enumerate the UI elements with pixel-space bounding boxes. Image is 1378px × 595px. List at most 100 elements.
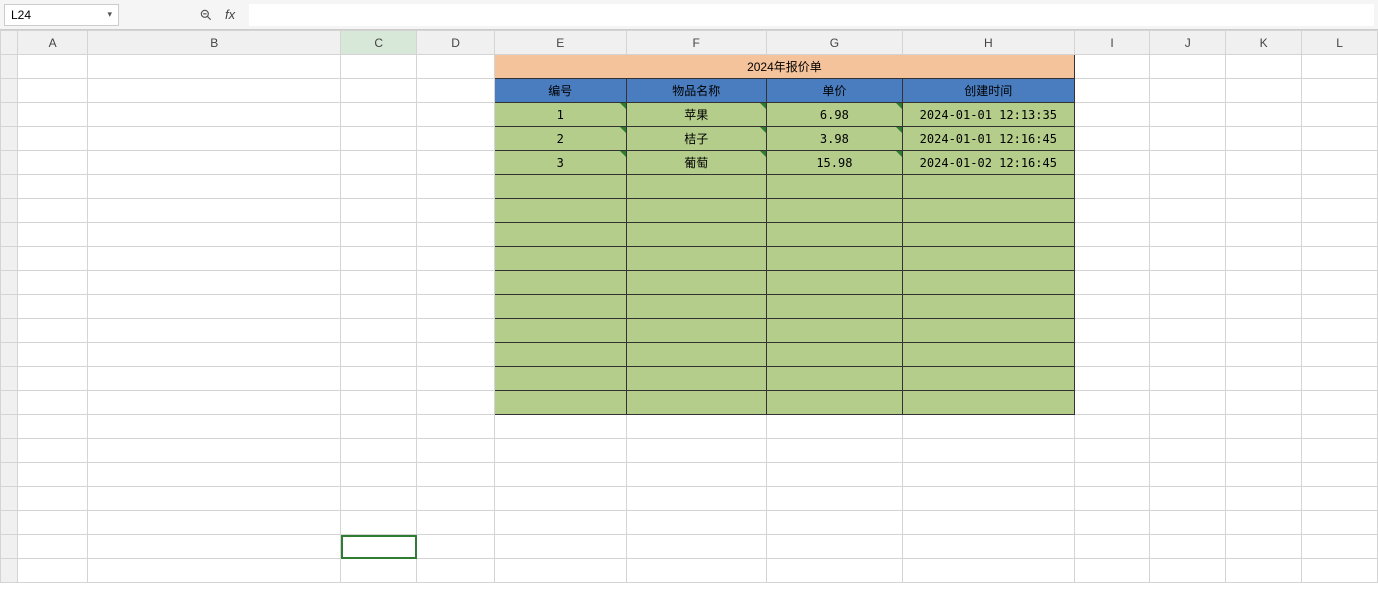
spreadsheet-grid[interactable]: A B C D E F G H I J K L 2024年报价单编号物品名称单价… bbox=[0, 30, 1378, 595]
table-empty-r6-c0[interactable] bbox=[495, 175, 626, 199]
cell-B20[interactable] bbox=[88, 511, 341, 535]
table-header-3[interactable]: 创建时间 bbox=[902, 79, 1074, 103]
cell-C4[interactable] bbox=[341, 127, 417, 151]
cell-J4[interactable] bbox=[1150, 127, 1226, 151]
row-header-4[interactable] bbox=[1, 127, 18, 151]
cell-B7[interactable] bbox=[88, 199, 341, 223]
row-header-16[interactable] bbox=[1, 415, 18, 439]
table-empty-r13-c2[interactable] bbox=[766, 343, 902, 367]
cell-A4[interactable] bbox=[18, 127, 88, 151]
cell-I11[interactable] bbox=[1074, 295, 1150, 319]
table-empty-r7-c2[interactable] bbox=[766, 199, 902, 223]
cell-K16[interactable] bbox=[1226, 415, 1302, 439]
cell-L17[interactable] bbox=[1302, 439, 1378, 463]
select-all-corner[interactable] bbox=[1, 31, 18, 55]
cell-I16[interactable] bbox=[1074, 415, 1150, 439]
table-empty-r12-c2[interactable] bbox=[766, 319, 902, 343]
cell-D8[interactable] bbox=[417, 223, 495, 247]
table-empty-r7-c3[interactable] bbox=[902, 199, 1074, 223]
cell-F18[interactable] bbox=[626, 463, 766, 487]
cell-I10[interactable] bbox=[1074, 271, 1150, 295]
cell-A10[interactable] bbox=[18, 271, 88, 295]
cell-L8[interactable] bbox=[1302, 223, 1378, 247]
cell-G22[interactable] bbox=[766, 559, 902, 583]
cell-I7[interactable] bbox=[1074, 199, 1150, 223]
table-data-r1-c3[interactable]: 2024-01-01 12:13:35 bbox=[902, 103, 1074, 127]
cell-L12[interactable] bbox=[1302, 319, 1378, 343]
cell-G16[interactable] bbox=[766, 415, 902, 439]
col-header-J[interactable]: J bbox=[1150, 31, 1226, 55]
row-header-15[interactable] bbox=[1, 391, 18, 415]
cell-A6[interactable] bbox=[18, 175, 88, 199]
table-header-0[interactable]: 编号 bbox=[495, 79, 626, 103]
table-data-r2-c3[interactable]: 2024-01-01 12:16:45 bbox=[902, 127, 1074, 151]
cell-D10[interactable] bbox=[417, 271, 495, 295]
col-header-H[interactable]: H bbox=[902, 31, 1074, 55]
cell-E18[interactable] bbox=[495, 463, 626, 487]
cell-L19[interactable] bbox=[1302, 487, 1378, 511]
name-box[interactable]: L24 ▾ bbox=[4, 4, 119, 26]
table-empty-r13-c0[interactable] bbox=[495, 343, 626, 367]
cell-C12[interactable] bbox=[341, 319, 417, 343]
table-empty-r9-c2[interactable] bbox=[766, 247, 902, 271]
table-empty-r6-c2[interactable] bbox=[766, 175, 902, 199]
cell-D6[interactable] bbox=[417, 175, 495, 199]
cell-C6[interactable] bbox=[341, 175, 417, 199]
cell-A21[interactable] bbox=[18, 535, 88, 559]
cell-C18[interactable] bbox=[341, 463, 417, 487]
cell-D16[interactable] bbox=[417, 415, 495, 439]
cell-C17[interactable] bbox=[341, 439, 417, 463]
row-header-3[interactable] bbox=[1, 103, 18, 127]
col-header-A[interactable]: A bbox=[18, 31, 88, 55]
table-data-r1-c1[interactable]: 苹果 bbox=[626, 103, 766, 127]
cell-J17[interactable] bbox=[1150, 439, 1226, 463]
cell-B14[interactable] bbox=[88, 367, 341, 391]
cell-I22[interactable] bbox=[1074, 559, 1150, 583]
cell-D1[interactable] bbox=[417, 55, 495, 79]
table-empty-r7-c1[interactable] bbox=[626, 199, 766, 223]
cell-D13[interactable] bbox=[417, 343, 495, 367]
cell-L15[interactable] bbox=[1302, 391, 1378, 415]
table-empty-r12-c3[interactable] bbox=[902, 319, 1074, 343]
cell-A2[interactable] bbox=[18, 79, 88, 103]
col-header-F[interactable]: F bbox=[626, 31, 766, 55]
cell-I1[interactable] bbox=[1074, 55, 1150, 79]
cell-I2[interactable] bbox=[1074, 79, 1150, 103]
cell-D22[interactable] bbox=[417, 559, 495, 583]
col-header-I[interactable]: I bbox=[1074, 31, 1150, 55]
cell-I19[interactable] bbox=[1074, 487, 1150, 511]
row-header-10[interactable] bbox=[1, 271, 18, 295]
cell-J3[interactable] bbox=[1150, 103, 1226, 127]
cell-A17[interactable] bbox=[18, 439, 88, 463]
cell-K7[interactable] bbox=[1226, 199, 1302, 223]
cell-L11[interactable] bbox=[1302, 295, 1378, 319]
row-header-5[interactable] bbox=[1, 151, 18, 175]
cell-H17[interactable] bbox=[902, 439, 1074, 463]
cell-L14[interactable] bbox=[1302, 367, 1378, 391]
cell-A14[interactable] bbox=[18, 367, 88, 391]
cell-G18[interactable] bbox=[766, 463, 902, 487]
cell-J2[interactable] bbox=[1150, 79, 1226, 103]
table-data-r1-c2[interactable]: 6.98 bbox=[766, 103, 902, 127]
cell-L6[interactable] bbox=[1302, 175, 1378, 199]
table-data-r3-c1[interactable]: 葡萄 bbox=[626, 151, 766, 175]
cell-F21[interactable] bbox=[626, 535, 766, 559]
cell-D5[interactable] bbox=[417, 151, 495, 175]
cell-C13[interactable] bbox=[341, 343, 417, 367]
cell-H21[interactable] bbox=[902, 535, 1074, 559]
table-empty-r14-c2[interactable] bbox=[766, 367, 902, 391]
cell-J18[interactable] bbox=[1150, 463, 1226, 487]
col-header-C[interactable]: C bbox=[341, 31, 417, 55]
cell-B13[interactable] bbox=[88, 343, 341, 367]
cell-I4[interactable] bbox=[1074, 127, 1150, 151]
cell-E16[interactable] bbox=[495, 415, 626, 439]
row-header-2[interactable] bbox=[1, 79, 18, 103]
cell-L21[interactable] bbox=[1302, 535, 1378, 559]
cell-B5[interactable] bbox=[88, 151, 341, 175]
table-empty-r6-c1[interactable] bbox=[626, 175, 766, 199]
table-empty-r10-c1[interactable] bbox=[626, 271, 766, 295]
table-data-r3-c0[interactable]: 3 bbox=[495, 151, 626, 175]
cell-G21[interactable] bbox=[766, 535, 902, 559]
cell-A19[interactable] bbox=[18, 487, 88, 511]
cell-C16[interactable] bbox=[341, 415, 417, 439]
